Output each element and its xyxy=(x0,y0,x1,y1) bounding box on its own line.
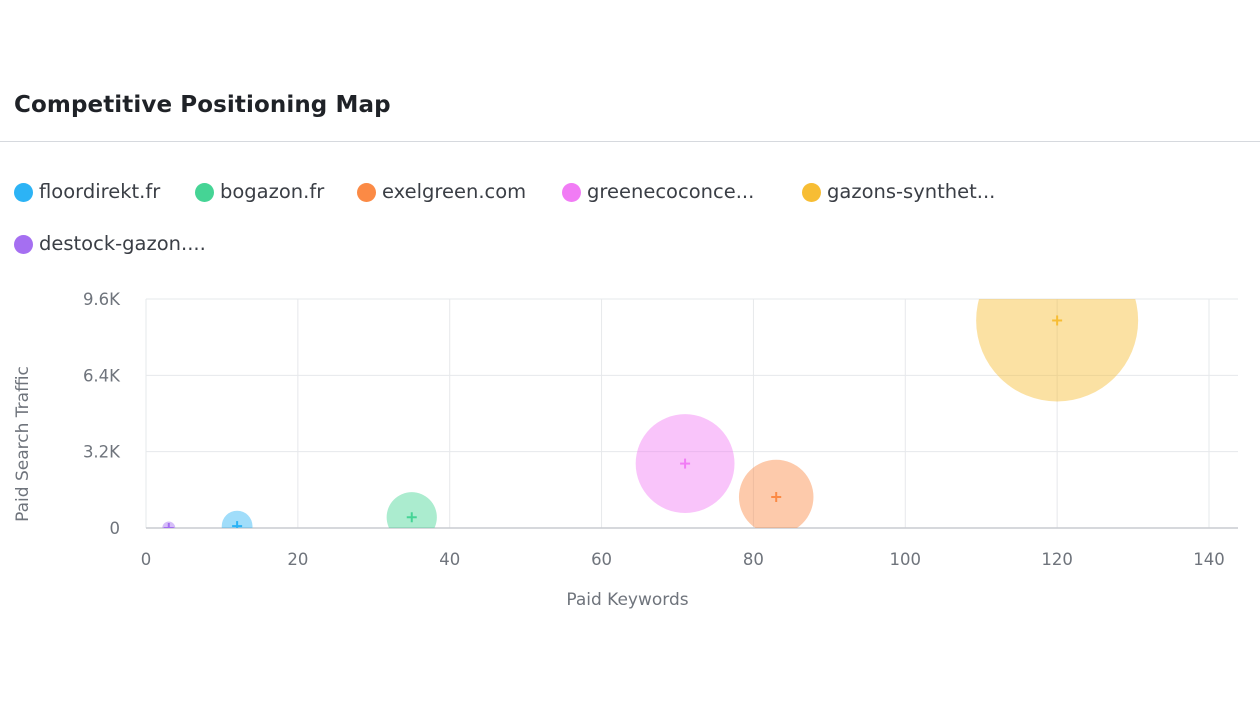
bubble-floordirekt-fr xyxy=(221,510,253,528)
x-tick-label: 100 xyxy=(890,550,922,569)
chart-bubbles xyxy=(162,299,1139,528)
bubble-gazons-synthet xyxy=(976,299,1139,402)
bubble-destock-gazon xyxy=(162,521,176,528)
y-axis-title: Paid Search Traffic xyxy=(13,366,33,522)
x-tick-label: 80 xyxy=(743,550,764,569)
bubble-exelgreen-com xyxy=(738,459,814,528)
x-axis-title: Paid Keywords xyxy=(566,590,688,610)
y-tick-label: 6.4K xyxy=(83,366,121,385)
positioning-scatter-chart: 0 20 40 60 80 100 120 140 0 3.2K 6.4K 9.6K Paid Key… xyxy=(13,290,1238,610)
y-tick-label: 0 xyxy=(110,519,121,538)
x-tick-label: 60 xyxy=(591,550,612,569)
x-tick-label: 140 xyxy=(1193,550,1225,569)
y-tick-label: 9.6K xyxy=(83,290,121,309)
x-tick-label: 0 xyxy=(141,550,152,569)
x-tick-label: 40 xyxy=(439,550,460,569)
bubble-bogazon-fr xyxy=(386,492,437,528)
x-tick-label: 20 xyxy=(287,550,308,569)
y-tick-label: 3.2K xyxy=(83,443,121,462)
bubble-greenecoconce xyxy=(635,414,735,514)
x-tick-label: 120 xyxy=(1041,550,1073,569)
